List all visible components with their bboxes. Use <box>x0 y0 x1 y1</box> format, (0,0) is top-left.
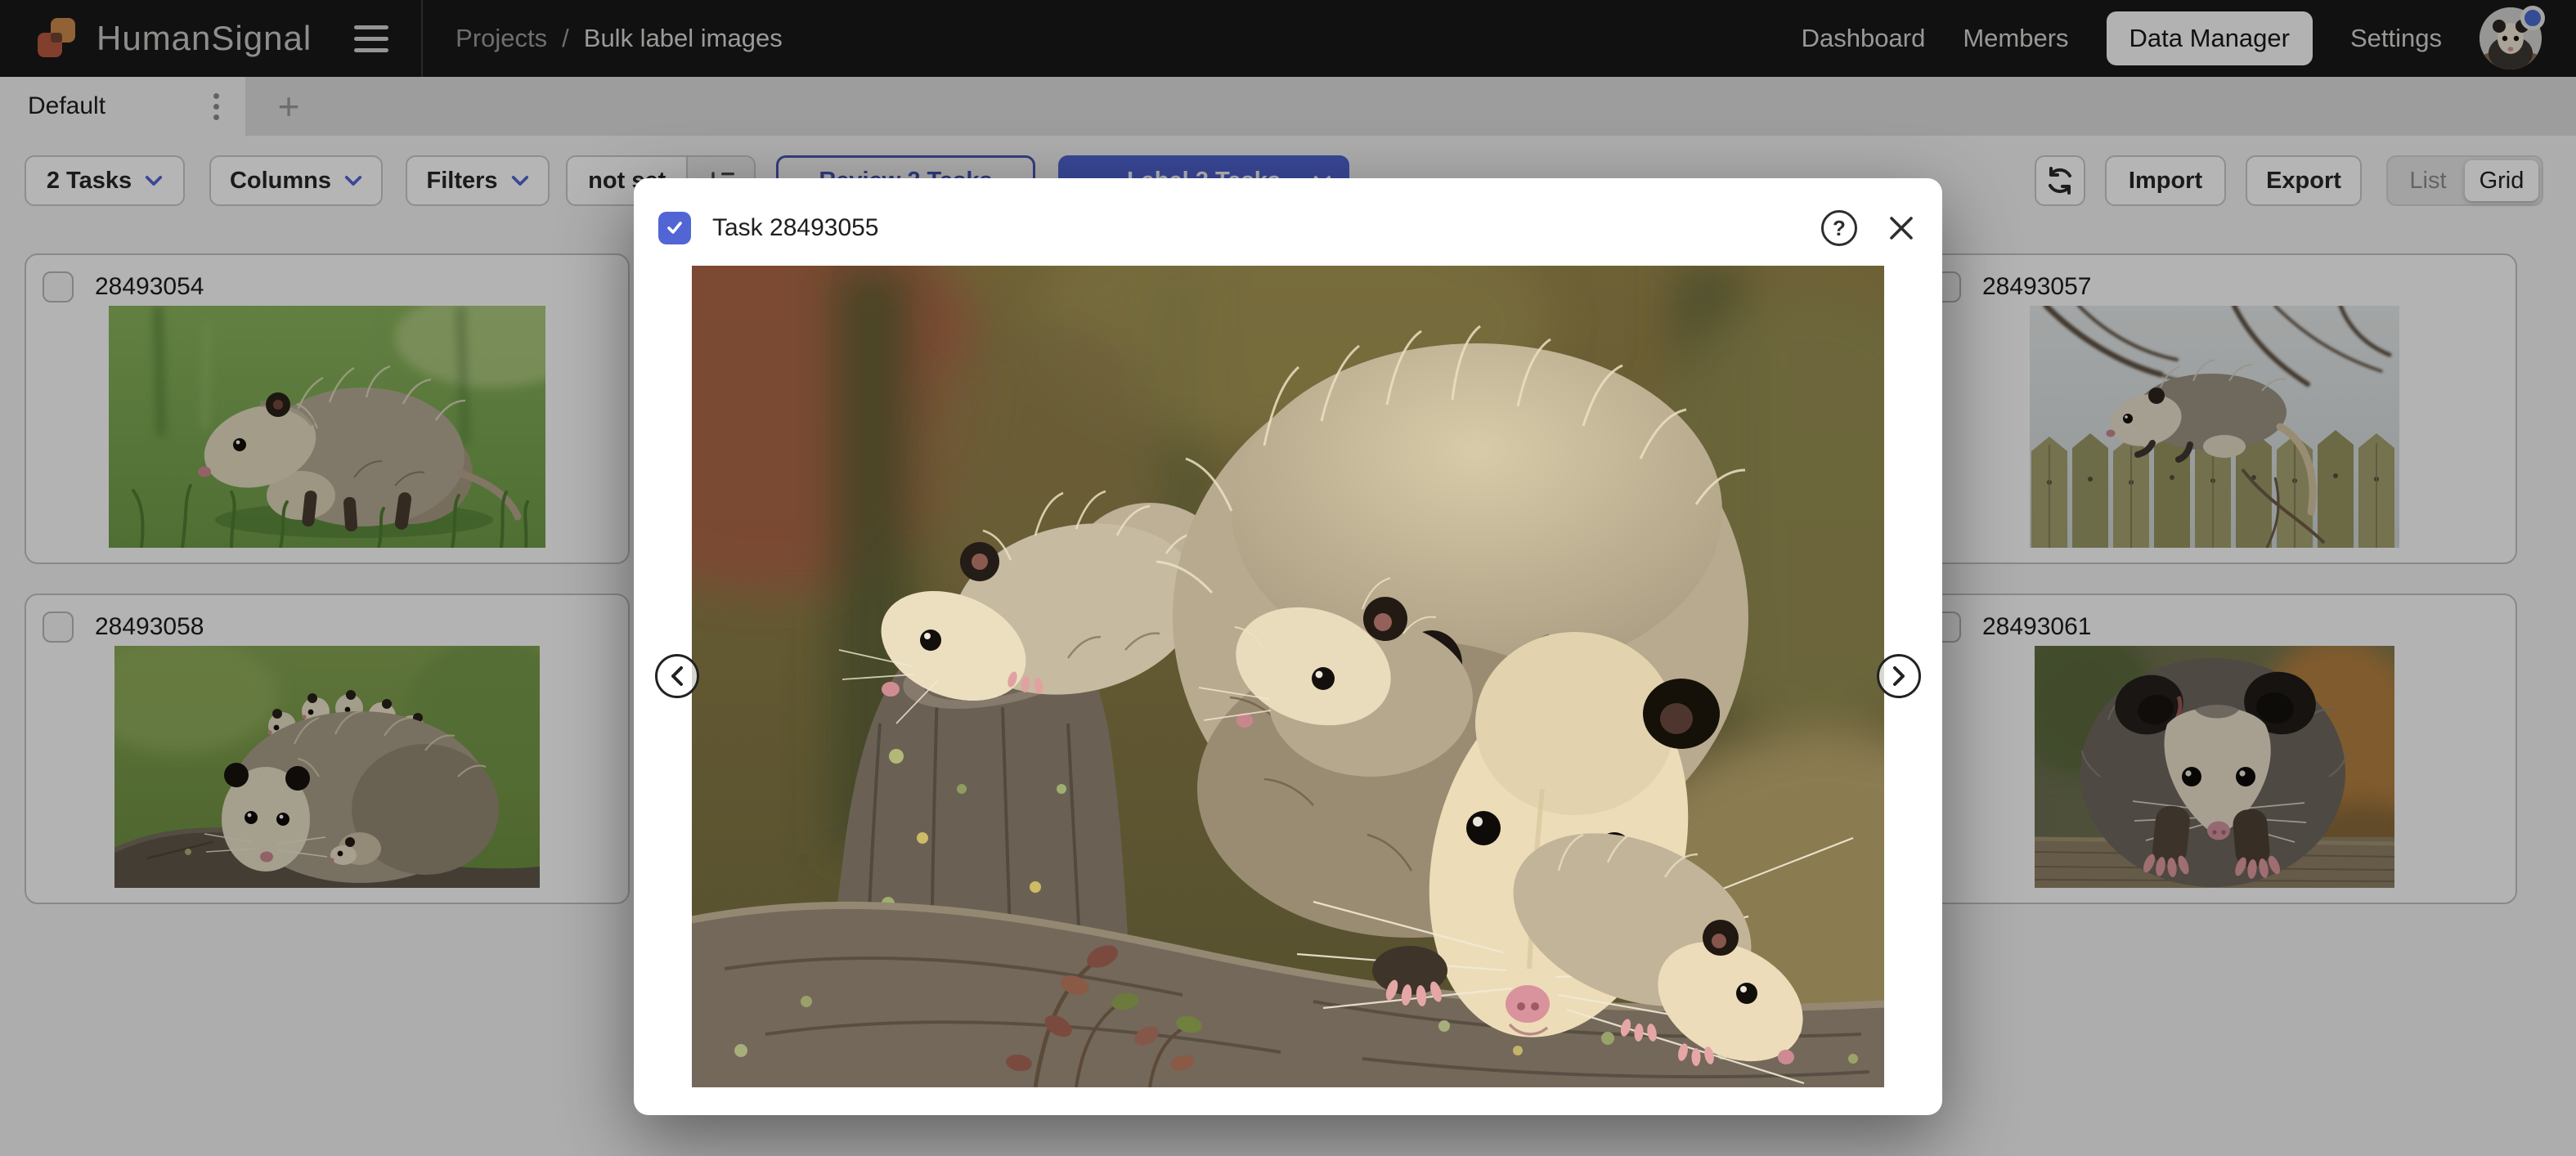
help-icon[interactable]: ? <box>1821 210 1857 246</box>
previous-task-button[interactable] <box>655 654 699 698</box>
chevron-left-icon <box>668 665 686 688</box>
modal-header: Task 28493055 ? <box>658 209 1918 247</box>
checkmark-icon <box>664 217 685 239</box>
close-icon[interactable] <box>1885 212 1918 244</box>
task-preview-modal: Task 28493055 ? <box>634 178 1942 1115</box>
next-task-button[interactable] <box>1877 654 1921 698</box>
modal-task-title: Task 28493055 <box>712 214 879 242</box>
chevron-right-icon <box>1890 665 1908 688</box>
task-image-opossum-family <box>692 266 1884 1087</box>
task-select-checkbox[interactable] <box>658 212 691 244</box>
help-glyph: ? <box>1833 216 1846 241</box>
